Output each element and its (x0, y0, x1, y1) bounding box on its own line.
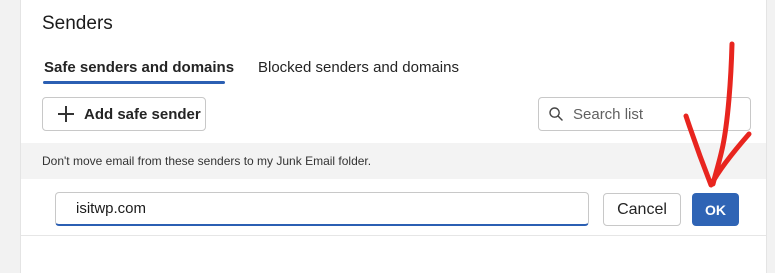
active-tab-indicator (43, 81, 225, 84)
tab-safe-senders[interactable]: Safe senders and domains (44, 59, 234, 76)
section-title: Senders (42, 13, 113, 34)
add-safe-sender-button[interactable]: Add safe sender (42, 97, 206, 131)
info-text: Don't move email from these senders to m… (21, 143, 766, 179)
ok-button[interactable]: OK (692, 193, 739, 226)
row-divider (21, 235, 766, 236)
search-input[interactable] (573, 105, 733, 123)
cancel-button[interactable]: Cancel (603, 193, 681, 226)
safe-sender-input[interactable] (55, 192, 589, 226)
search-icon (549, 107, 563, 121)
tab-blocked-senders[interactable]: Blocked senders and domains (258, 59, 459, 76)
add-safe-sender-label: Add safe sender (84, 105, 201, 123)
search-box[interactable] (538, 97, 751, 131)
plus-icon (58, 106, 74, 122)
senders-panel: Senders Safe senders and domains Blocked… (20, 0, 767, 273)
